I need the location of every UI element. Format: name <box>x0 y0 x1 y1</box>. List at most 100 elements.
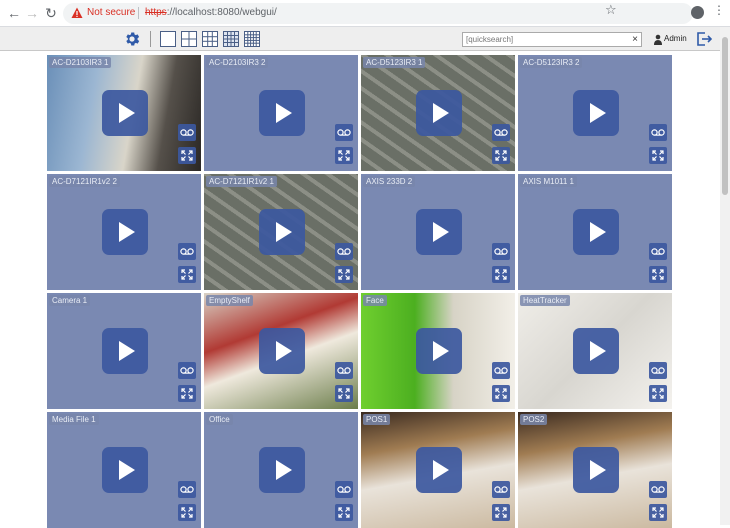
security-status[interactable]: Not secure <box>87 7 135 18</box>
profile-avatar-icon[interactable] <box>691 6 704 19</box>
clear-search-icon[interactable]: × <box>632 33 638 46</box>
fullscreen-button[interactable] <box>335 504 353 521</box>
fullscreen-button[interactable] <box>335 266 353 283</box>
camera-name: AC-D2103IR3 1 <box>49 57 112 68</box>
camera-tile[interactable]: AC-D7121IR1v2 2 <box>47 174 201 290</box>
camera-tile[interactable]: AC-D2103IR3 1 <box>47 55 201 171</box>
camera-grid: AC-D2103IR3 1 AC-D2103IR3 2 AC-D5123IR3 … <box>47 55 674 528</box>
fullscreen-button[interactable] <box>492 147 510 164</box>
fullscreen-button[interactable] <box>178 266 196 283</box>
recordings-button[interactable] <box>335 362 353 379</box>
layout-3x3-button[interactable] <box>202 31 218 47</box>
play-button[interactable] <box>102 90 148 136</box>
app-toolbar: [quicksearch] × Admin <box>0 27 720 51</box>
play-button[interactable] <box>573 328 619 374</box>
camera-tile[interactable]: AC-D5123IR3 1 <box>361 55 515 171</box>
camera-name: AXIS M1011 1 <box>520 176 577 187</box>
camera-tile[interactable]: AC-D5123IR3 2 <box>518 55 672 171</box>
recordings-button[interactable] <box>649 362 667 379</box>
play-button[interactable] <box>416 328 462 374</box>
play-button[interactable] <box>259 328 305 374</box>
recordings-button[interactable] <box>492 243 510 260</box>
recordings-button[interactable] <box>492 124 510 141</box>
play-button[interactable] <box>573 209 619 255</box>
recordings-button[interactable] <box>178 243 196 260</box>
play-button[interactable] <box>416 209 462 255</box>
camera-tile[interactable]: Media File 1 <box>47 412 201 528</box>
camera-name: AC-D5123IR3 1 <box>363 57 426 68</box>
fullscreen-button[interactable] <box>649 266 667 283</box>
camera-tile[interactable]: EmptyShelf <box>204 293 358 409</box>
fullscreen-button[interactable] <box>335 147 353 164</box>
expand-icon <box>181 388 193 399</box>
fullscreen-button[interactable] <box>492 266 510 283</box>
fullscreen-button[interactable] <box>178 385 196 402</box>
recordings-button[interactable] <box>178 362 196 379</box>
recordings-button[interactable] <box>492 362 510 379</box>
play-button[interactable] <box>416 90 462 136</box>
fullscreen-button[interactable] <box>335 385 353 402</box>
expand-icon <box>338 269 350 280</box>
expand-icon <box>495 150 507 161</box>
play-button[interactable] <box>102 328 148 374</box>
camera-tile[interactable]: AC-D2103IR3 2 <box>204 55 358 171</box>
reload-icon[interactable]: ↻ <box>43 5 59 21</box>
url-path: ://localhost:8080/webgui/ <box>166 7 277 18</box>
fullscreen-button[interactable] <box>649 147 667 164</box>
camera-name: AC-D7121IR1v2 2 <box>49 176 120 187</box>
layout-5x5-button[interactable] <box>244 31 260 47</box>
voicemail-icon <box>494 248 508 255</box>
recordings-button[interactable] <box>178 481 196 498</box>
layout-4x4-button[interactable] <box>223 31 239 47</box>
address-bar[interactable]: Not secure https://localhost:8080/webgui… <box>63 3 693 24</box>
camera-tile[interactable]: HeatTracker <box>518 293 672 409</box>
play-button[interactable] <box>259 447 305 493</box>
play-button[interactable] <box>416 447 462 493</box>
logout-icon[interactable] <box>696 31 712 47</box>
camera-name: Camera 1 <box>49 295 91 306</box>
fullscreen-button[interactable] <box>492 504 510 521</box>
play-button[interactable] <box>102 209 148 255</box>
camera-tile[interactable]: Office <box>204 412 358 528</box>
camera-tile[interactable]: Camera 1 <box>47 293 201 409</box>
forward-arrow-icon[interactable]: → <box>24 5 40 21</box>
voicemail-icon <box>180 248 194 255</box>
camera-tile[interactable]: AC-D7121IR1v2 1 <box>204 174 358 290</box>
recordings-button[interactable] <box>649 243 667 260</box>
settings-gear-icon[interactable] <box>123 30 141 48</box>
url-text[interactable]: https://localhost:8080/webgui/ <box>145 7 277 18</box>
scrollbar-thumb[interactable] <box>722 37 728 195</box>
fullscreen-button[interactable] <box>649 504 667 521</box>
fullscreen-button[interactable] <box>649 385 667 402</box>
play-button[interactable] <box>259 90 305 136</box>
camera-tile[interactable]: AXIS M1011 1 <box>518 174 672 290</box>
play-button[interactable] <box>573 447 619 493</box>
browser-menu-icon[interactable]: ⋮ <box>713 4 725 16</box>
recordings-button[interactable] <box>335 124 353 141</box>
voicemail-icon <box>494 486 508 493</box>
camera-tile[interactable]: Face <box>361 293 515 409</box>
user-name[interactable]: Admin <box>664 34 687 43</box>
camera-tile[interactable]: POS1 <box>361 412 515 528</box>
layout-1x1-button[interactable] <box>160 31 176 47</box>
recordings-button[interactable] <box>649 124 667 141</box>
quicksearch-input[interactable]: [quicksearch] × <box>462 32 642 47</box>
play-button[interactable] <box>102 447 148 493</box>
fullscreen-button[interactable] <box>178 504 196 521</box>
camera-name: HeatTracker <box>520 295 570 306</box>
recordings-button[interactable] <box>335 243 353 260</box>
recordings-button[interactable] <box>178 124 196 141</box>
camera-name: Media File 1 <box>49 414 99 425</box>
play-button[interactable] <box>573 90 619 136</box>
fullscreen-button[interactable] <box>492 385 510 402</box>
camera-tile[interactable]: POS2 <box>518 412 672 528</box>
camera-tile[interactable]: AXIS 233D 2 <box>361 174 515 290</box>
layout-2x2-button[interactable] <box>181 31 197 47</box>
recordings-button[interactable] <box>335 481 353 498</box>
recordings-button[interactable] <box>492 481 510 498</box>
recordings-button[interactable] <box>649 481 667 498</box>
back-arrow-icon[interactable]: ← <box>6 5 22 21</box>
fullscreen-button[interactable] <box>178 147 196 164</box>
play-button[interactable] <box>259 209 305 255</box>
bookmark-star-icon[interactable]: ☆ <box>605 2 617 18</box>
